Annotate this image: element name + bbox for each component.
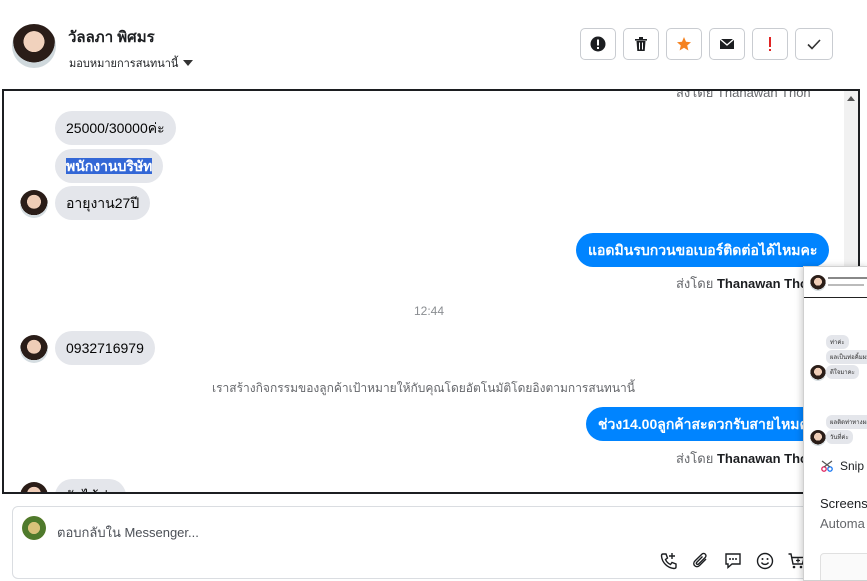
- timestamp: 12:44: [414, 304, 445, 318]
- star-icon: [677, 37, 691, 51]
- system-note: เราสร้างกิจกรรมของลูกค้าเป้าหมายให้กับคุ…: [212, 381, 635, 395]
- snip-action-area[interactable]: [820, 553, 867, 580]
- star-button[interactable]: [666, 28, 702, 60]
- message-bubble-out[interactable]: แอดมินรบกวนขอเบอร์ติดต่อได้ไหมคะ: [576, 233, 830, 267]
- reply-input[interactable]: ตอบกลับใน Messenger...: [57, 522, 199, 543]
- contact-avatar-small: [20, 335, 48, 363]
- screenshot-saved-label: Screens: [820, 496, 867, 511]
- emoji-button[interactable]: [754, 550, 776, 572]
- saved-replies-button[interactable]: [722, 550, 744, 572]
- message-bubble-in[interactable]: รับได้ค่ะ: [55, 479, 127, 492]
- sent-by-name: Thanawan Thon: [716, 451, 816, 466]
- thumbnail-message: ดีใจมาคะ: [826, 365, 859, 379]
- scroll-up-arrow-icon[interactable]: [847, 96, 855, 101]
- check-icon: [807, 39, 821, 50]
- follow-up-button[interactable]: [752, 28, 788, 60]
- sent-by-name: Thanawan Thon: [716, 276, 816, 291]
- exclamation-icon: [769, 37, 771, 51]
- attachment-icon: [693, 552, 707, 568]
- mail-icon: [719, 38, 735, 49]
- alert-icon: [590, 36, 606, 52]
- contact-name[interactable]: วัลลภา พิศมร: [68, 25, 155, 49]
- message-bubble-in[interactable]: 0932716979: [55, 331, 155, 365]
- sent-by-label: ส่งโดย Thanawan Thon: [676, 448, 816, 469]
- page-logo: [22, 516, 46, 540]
- assign-conversation-dropdown[interactable]: มอบหมายการสนทนานี้: [69, 54, 194, 72]
- selected-text: พนักงานบริษัท: [66, 158, 153, 174]
- message-bubble-in[interactable]: 25000/30000ค่ะ: [55, 111, 176, 145]
- snipping-tool-popup[interactable]: ท่าค่ะ ผลเป็นท่อคิ้มผม ดีใจมาคะ ผลติดท่า…: [803, 266, 867, 581]
- reply-composer: ตอบกลับใน Messenger...: [12, 506, 832, 579]
- thumbnail-message: ผลเป็นท่อคิ้มผม: [826, 350, 867, 364]
- conversation-header: วัลลภา พิศมร มอบหมายการสนทนานี้: [0, 0, 867, 88]
- sent-by-label-top: ส่งโดย Thanawan Thon: [676, 89, 811, 100]
- delete-button[interactable]: [623, 28, 659, 60]
- snip-app-label: Snip: [840, 459, 865, 473]
- snip-app-title: Snip: [820, 459, 864, 473]
- message-bubble-out[interactable]: ช่วง14.00ลูกค้าสะดวกรับสายไหมคะ: [586, 407, 829, 441]
- sent-by-label: ส่งโดย Thanawan Thon: [676, 273, 816, 294]
- snipping-tool-icon: [821, 460, 833, 472]
- phone-add-icon: [660, 553, 677, 570]
- message-bubble-in[interactable]: อายุงาน27ปี: [55, 186, 151, 220]
- thumbnail-avatar: [810, 365, 826, 381]
- thumbnail-avatar: [810, 275, 826, 291]
- caret-down-icon: [183, 60, 194, 66]
- thumbnail-header-line: [828, 284, 864, 286]
- thumbnail-message: ท่าค่ะ: [826, 335, 849, 349]
- thumbnail-avatar: [810, 430, 826, 446]
- thumbnail-header-line: [828, 277, 867, 279]
- mark-done-button[interactable]: [795, 28, 833, 60]
- attach-button[interactable]: [690, 550, 712, 572]
- sent-by-prefix: ส่งโดย: [676, 276, 714, 291]
- call-button[interactable]: [658, 550, 680, 572]
- trash-icon: [635, 37, 647, 51]
- emoji-icon: [756, 552, 774, 570]
- mark-spam-button[interactable]: [580, 28, 616, 60]
- message-thread[interactable]: ส่งโดย Thanawan Thon 25000/30000ค่ะ พนัก…: [2, 89, 860, 494]
- mark-unread-button[interactable]: [709, 28, 745, 60]
- message-bubble-in[interactable]: พนักงานบริษัท: [55, 149, 164, 183]
- thumbnail-message: วันที่ค่ะ: [826, 430, 853, 444]
- thumbnail-message: ผลติดท่าทางผล: [826, 415, 867, 429]
- contact-avatar-small: [20, 482, 48, 492]
- assign-label: มอบหมายการสนทนานี้: [69, 58, 179, 70]
- contact-avatar-small: [20, 190, 48, 218]
- sent-by-prefix: ส่งโดย: [676, 451, 714, 466]
- auto-saved-label: Automa: [820, 516, 865, 531]
- thumbnail-divider: [804, 297, 867, 298]
- chat-bubble-icon: [725, 553, 741, 570]
- contact-avatar[interactable]: [12, 24, 56, 68]
